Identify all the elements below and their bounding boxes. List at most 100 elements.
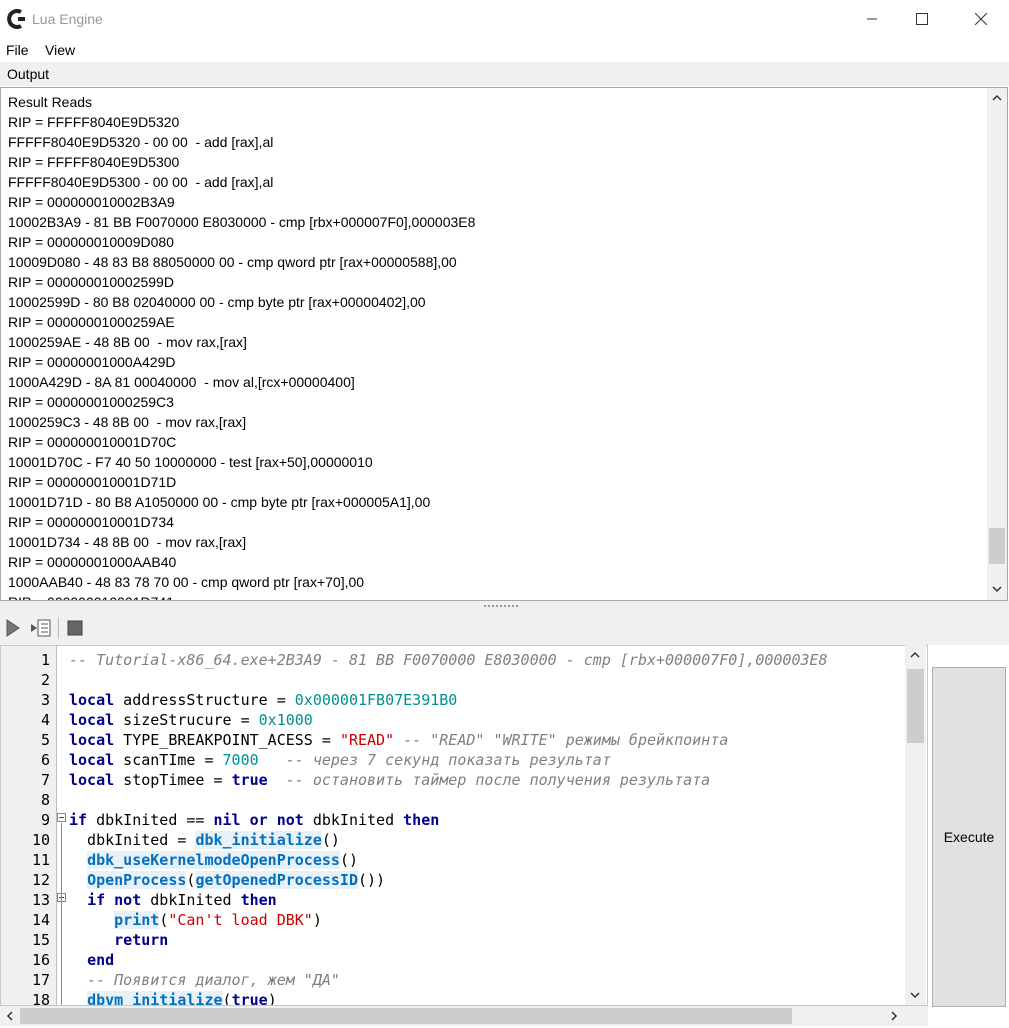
output-line: FFFFF8040E9D5320 - 00 00 - add [rax],al bbox=[8, 134, 274, 150]
output-line: RIP = 000000010001D741 bbox=[8, 592, 978, 600]
output-line: RIP = 000000010002B3A9 bbox=[8, 194, 175, 210]
output-line: RIP = 00000001000259C3 bbox=[8, 394, 174, 410]
output-line: 1000AAB40 - 48 83 78 70 00 - cmp qword p… bbox=[8, 574, 365, 590]
code-token: or bbox=[249, 811, 268, 829]
code-token: 0x1000 bbox=[258, 711, 313, 729]
output-line: 1000A429D - 8A 81 00040000 - mov al,[rcx… bbox=[8, 374, 355, 390]
title-bar: Lua Engine bbox=[0, 0, 1009, 38]
line-number: 7 bbox=[40, 771, 50, 789]
splitter-handle[interactable] bbox=[0, 601, 1009, 611]
fold-line bbox=[61, 823, 62, 1005]
execute-button[interactable]: Execute bbox=[932, 667, 1006, 1007]
code-token: end bbox=[87, 951, 115, 969]
code-token: dbvm_initialize bbox=[87, 991, 223, 1005]
output-scrollbar[interactable] bbox=[987, 88, 1007, 600]
code-token: addressStructure = bbox=[114, 691, 295, 709]
chevron-down-icon[interactable] bbox=[992, 585, 1002, 593]
line-number: 1 bbox=[40, 651, 50, 669]
code-token: ()) bbox=[358, 871, 386, 889]
code-token: scanTIme = bbox=[114, 751, 223, 769]
run-icon[interactable] bbox=[5, 618, 21, 638]
line-number: 11 bbox=[31, 851, 50, 869]
code-token: local bbox=[69, 751, 115, 769]
code-token: dbk_useKernelmodeOpenProcess bbox=[87, 851, 340, 869]
chevron-left-icon[interactable] bbox=[6, 1011, 14, 1021]
code-token: 7000 bbox=[222, 751, 259, 769]
editor-vertical-scrollbar[interactable] bbox=[905, 645, 926, 1005]
line-number: 9 bbox=[40, 811, 50, 829]
minimize-icon bbox=[867, 18, 877, 20]
code-token: then bbox=[403, 811, 440, 829]
code-token: nil bbox=[213, 811, 241, 829]
code-token: print bbox=[114, 911, 160, 929]
fold-icon[interactable] bbox=[57, 893, 67, 903]
menu-view[interactable]: View bbox=[45, 42, 75, 58]
chevron-right-icon[interactable] bbox=[890, 1011, 898, 1021]
code-token: ( bbox=[159, 911, 169, 929]
code-editor[interactable]: 1 2 3 4 5 6 7 8 9 10 11 12 13 14 15 16 17 18 -- Tutorial-… bbox=[0, 645, 928, 1006]
code-token: -- "READ" "WRITE" режимы брейкпоинта bbox=[394, 731, 729, 749]
line-number: 4 bbox=[40, 711, 50, 729]
minimize-button[interactable] bbox=[849, 0, 895, 38]
chevron-down-icon[interactable] bbox=[910, 991, 920, 999]
output-scroll-thumb[interactable] bbox=[989, 528, 1005, 564]
code-token: ( bbox=[222, 991, 232, 1006]
code-token: local bbox=[69, 711, 115, 729]
maximize-icon bbox=[916, 13, 928, 25]
output-line: RIP = 00000001000A429D bbox=[8, 354, 176, 370]
output-line: 10001D70C - F7 40 50 10000000 - test [ra… bbox=[8, 454, 373, 470]
output-line: FFFFF8040E9D5300 - 00 00 - add [rax],al bbox=[8, 174, 274, 190]
code-token: dbkInited = bbox=[69, 831, 196, 849]
code-token: if bbox=[87, 891, 106, 909]
stop-icon[interactable] bbox=[67, 620, 83, 636]
code-token: not bbox=[114, 891, 142, 909]
line-number: 6 bbox=[40, 751, 50, 769]
fold-icon[interactable] bbox=[57, 813, 67, 823]
code-token: local bbox=[69, 691, 115, 709]
line-number: 14 bbox=[31, 911, 50, 929]
line-number: 16 bbox=[31, 951, 50, 969]
code-token: true bbox=[231, 991, 268, 1006]
code-line-17: -- Появится диалог, жем "ДА" bbox=[69, 970, 907, 990]
code-token: sizeStrucure = bbox=[114, 711, 259, 729]
code-token: 0x000001FB07E391B0 bbox=[294, 691, 458, 709]
code-line-14: print("Can't load DBK") bbox=[69, 910, 907, 930]
code-token: dbkInited bbox=[141, 891, 241, 909]
output-line: RIP = 00000001000AAB40 bbox=[8, 554, 177, 570]
output-line: 10002B3A9 - 81 BB F0070000 E8030000 - cm… bbox=[8, 214, 476, 230]
editor-horizontal-scrollbar[interactable] bbox=[0, 1006, 928, 1026]
close-button[interactable] bbox=[958, 0, 1004, 38]
output-line: RIP = FFFFF8040E9D5320 bbox=[8, 114, 180, 130]
code-line-1: -- Tutorial-x86_64.exe+2B3A9 - 81 BB F00… bbox=[69, 650, 907, 670]
code-line-16: end bbox=[69, 950, 907, 970]
editor-scroll-thumb[interactable] bbox=[907, 669, 924, 743]
output-line: 1000259C3 - 48 8B 00 - mov rax,[rax] bbox=[8, 414, 247, 430]
code-line-9: if dbkInited == nil or not dbkInited the… bbox=[69, 810, 907, 830]
editor-hscroll-thumb[interactable] bbox=[20, 1008, 792, 1024]
code-token: local bbox=[69, 771, 115, 789]
maximize-button[interactable] bbox=[899, 0, 945, 38]
chevron-up-icon[interactable] bbox=[992, 94, 1002, 102]
line-number: 13 bbox=[31, 891, 50, 909]
code-token: "Can't load DBK" bbox=[168, 911, 313, 929]
code-token: local bbox=[69, 731, 115, 749]
code-token: if bbox=[69, 811, 88, 829]
code-token: -- Появится диалог, жем "ДА" bbox=[87, 971, 340, 989]
output-memo[interactable]: Result Reads RIP = FFFFF8040E9D5320 FFFFF8… bbox=[0, 87, 1008, 601]
cheat-engine-icon bbox=[7, 9, 25, 29]
code-line-5: local TYPE_BREAKPOINT_ACESS = "READ" -- … bbox=[69, 730, 907, 750]
code-token: then bbox=[240, 891, 277, 909]
code-token: TYPE_BREAKPOINT_ACESS = bbox=[114, 731, 340, 749]
step-into-icon[interactable] bbox=[30, 618, 52, 638]
code-line-11: dbk_useKernelmodeOpenProcess() bbox=[69, 850, 907, 870]
code-area[interactable]: -- Tutorial-x86_64.exe+2B3A9 - 81 BB F00… bbox=[69, 650, 907, 1006]
code-token: true bbox=[231, 771, 268, 789]
code-token: -- через 7 секунд показать результат bbox=[258, 751, 611, 769]
window-title: Lua Engine bbox=[32, 11, 103, 27]
output-header bbox=[0, 62, 1009, 86]
code-token: dbkInited == bbox=[87, 811, 214, 829]
code-line-10: dbkInited = dbk_initialize() bbox=[69, 830, 907, 850]
chevron-up-icon[interactable] bbox=[910, 651, 920, 659]
menu-file[interactable]: File bbox=[6, 42, 29, 58]
